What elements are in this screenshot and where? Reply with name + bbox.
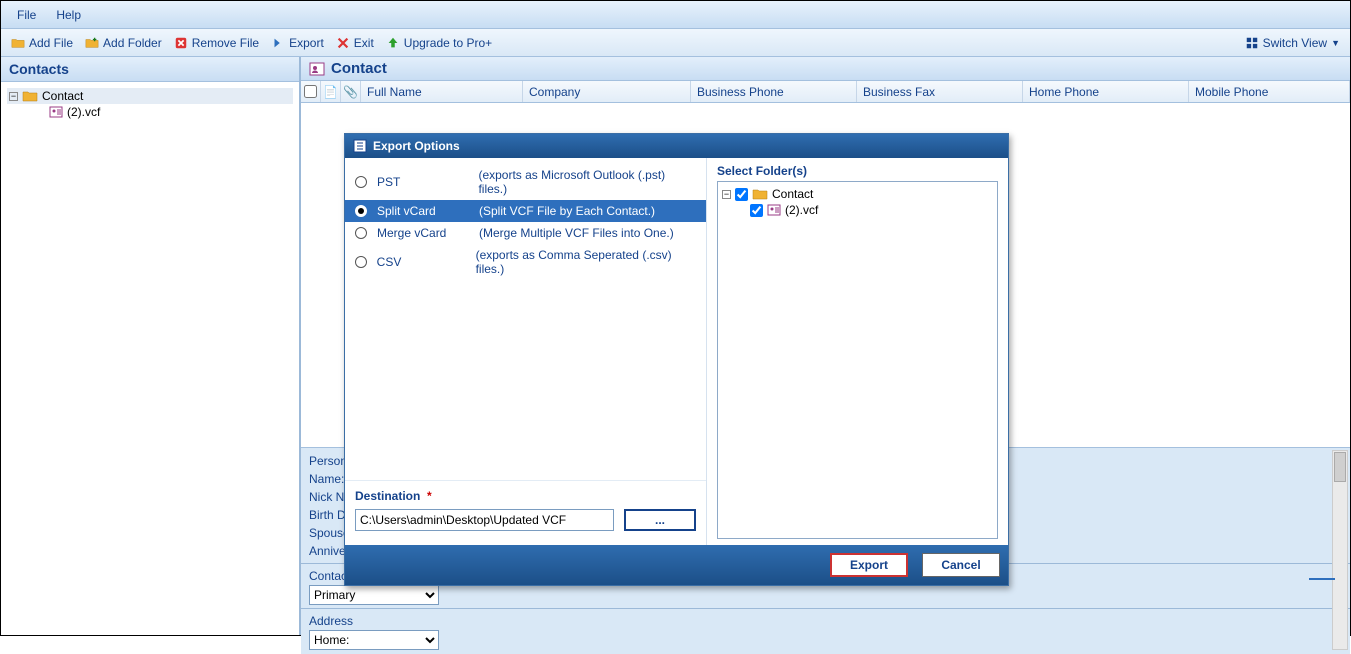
radio-merge-vcard[interactable] <box>355 227 367 239</box>
folder-vcf-label: (2).vcf <box>785 203 818 217</box>
option-split-vcard-desc: (Split VCF File by Each Contact.) <box>479 204 655 218</box>
folder-row-vcf[interactable]: (2).vcf <box>722 202 993 218</box>
tree-root-label: Contact <box>42 89 83 103</box>
add-folder-button[interactable]: Add Folder <box>79 34 168 52</box>
dialog-titlebar[interactable]: Export Options <box>345 134 1008 158</box>
select-all-checkbox[interactable] <box>304 85 317 98</box>
col-mobile-phone[interactable]: Mobile Phone <box>1189 81 1350 102</box>
add-folder-label: Add Folder <box>103 36 162 50</box>
remove-file-button[interactable]: Remove File <box>168 34 265 52</box>
switch-view-button[interactable]: Switch View ▼ <box>1239 34 1346 52</box>
contact-card-icon <box>49 105 63 119</box>
remove-file-label: Remove File <box>192 36 259 50</box>
radio-csv[interactable] <box>355 256 367 268</box>
address-section: Address <box>309 612 1342 630</box>
vertical-scrollbar[interactable] <box>1332 450 1348 650</box>
contact-icon <box>309 61 325 77</box>
tree-file-label: (2).vcf <box>67 105 100 119</box>
sidebar: Contacts − Contact (2).vcf <box>1 57 301 635</box>
dialog-title: Export Options <box>373 139 460 153</box>
export-label: Export <box>289 36 324 50</box>
col-checkbox[interactable] <box>301 81 321 102</box>
tree-collapse-icon[interactable]: − <box>722 190 731 199</box>
option-merge-vcard-name: Merge vCard <box>377 226 469 240</box>
dialog-footer: Export Cancel <box>345 545 1008 585</box>
folder-icon <box>22 89 38 103</box>
option-split-vcard-name: Split vCard <box>377 204 469 218</box>
folder-contact-label: Contact <box>772 187 813 201</box>
home-select[interactable]: Home: <box>309 630 439 650</box>
option-csv[interactable]: CSV (exports as Comma Seperated (.csv) f… <box>345 244 706 280</box>
folder-checkbox-contact[interactable] <box>735 188 748 201</box>
option-pst-name: PST <box>377 175 469 189</box>
destination-input[interactable] <box>355 509 614 531</box>
destination-label: Destination * <box>355 489 696 503</box>
contact-card-icon <box>767 203 781 217</box>
option-csv-desc: (exports as Comma Seperated (.csv) files… <box>476 248 696 276</box>
col-attachment-icon[interactable]: 📎 <box>341 81 361 102</box>
upgrade-icon <box>386 36 400 50</box>
separator-line <box>1309 578 1335 580</box>
folders-tree[interactable]: − Contact (2).vcf <box>717 181 998 539</box>
remove-icon <box>174 36 188 50</box>
chevron-down-icon: ▼ <box>1331 38 1340 48</box>
upgrade-button[interactable]: Upgrade to Pro+ <box>380 34 498 52</box>
browse-button[interactable]: ... <box>624 509 696 531</box>
radio-pst[interactable] <box>355 176 367 188</box>
folder-icon <box>752 187 768 201</box>
tree-root-contact[interactable]: − Contact <box>7 88 293 104</box>
col-business-phone[interactable]: Business Phone <box>691 81 857 102</box>
add-file-button[interactable]: Add File <box>5 34 79 52</box>
main-header: Contact <box>301 57 1350 81</box>
menu-file[interactable]: File <box>7 4 46 26</box>
exit-icon <box>336 36 350 50</box>
export-icon <box>271 36 285 50</box>
upgrade-label: Upgrade to Pro+ <box>404 36 492 50</box>
radio-split-vcard[interactable] <box>355 205 367 217</box>
add-file-label: Add File <box>29 36 73 50</box>
tree-collapse-icon[interactable]: − <box>9 92 18 101</box>
destination-section: Destination * ... <box>345 480 706 545</box>
option-merge-vcard[interactable]: Merge vCard (Merge Multiple VCF Files in… <box>345 222 706 244</box>
option-merge-vcard-desc: (Merge Multiple VCF Files into One.) <box>479 226 674 240</box>
toolbar: Add File Add Folder Remove File Export E… <box>1 29 1350 57</box>
dialog-export-button[interactable]: Export <box>830 553 908 577</box>
scrollbar-thumb[interactable] <box>1334 452 1346 482</box>
sidebar-title: Contacts <box>1 57 299 82</box>
option-split-vcard[interactable]: Split vCard (Split VCF File by Each Cont… <box>345 200 706 222</box>
export-options-pane: PST (exports as Microsoft Outlook (.pst)… <box>345 158 707 545</box>
primary-select[interactable]: Primary <box>309 585 439 605</box>
col-home-phone[interactable]: Home Phone <box>1023 81 1189 102</box>
col-business-fax[interactable]: Business Fax <box>857 81 1023 102</box>
option-pst[interactable]: PST (exports as Microsoft Outlook (.pst)… <box>345 164 706 200</box>
exit-button[interactable]: Exit <box>330 34 380 52</box>
option-pst-desc: (exports as Microsoft Outlook (.pst) fil… <box>478 168 696 196</box>
folder-plus-icon <box>85 36 99 50</box>
select-folders-pane: Select Folder(s) − Contact (2).vcf <box>707 158 1008 545</box>
switch-view-label: Switch View <box>1263 36 1327 50</box>
menu-bar: File Help <box>1 1 1350 29</box>
exit-label: Exit <box>354 36 374 50</box>
grid-icon <box>1245 36 1259 50</box>
export-options-dialog: Export Options PST (exports as Microsoft… <box>344 133 1009 586</box>
select-folders-label: Select Folder(s) <box>717 164 998 178</box>
dialog-icon <box>353 139 367 153</box>
col-fullname[interactable]: Full Name <box>361 81 523 102</box>
dialog-cancel-button[interactable]: Cancel <box>922 553 1000 577</box>
menu-help[interactable]: Help <box>46 4 91 26</box>
column-headers: 📄 📎 Full Name Company Business Phone Bus… <box>301 81 1350 103</box>
contacts-tree[interactable]: − Contact (2).vcf <box>1 82 299 635</box>
tree-file-vcf[interactable]: (2).vcf <box>7 104 293 120</box>
folder-checkbox-vcf[interactable] <box>750 204 763 217</box>
option-csv-name: CSV <box>377 255 466 269</box>
export-button[interactable]: Export <box>265 34 330 52</box>
folder-row-contact[interactable]: − Contact <box>722 186 993 202</box>
folder-open-icon <box>11 36 25 50</box>
main-title: Contact <box>331 60 387 77</box>
col-company[interactable]: Company <box>523 81 691 102</box>
col-flag-icon[interactable]: 📄 <box>321 81 341 102</box>
